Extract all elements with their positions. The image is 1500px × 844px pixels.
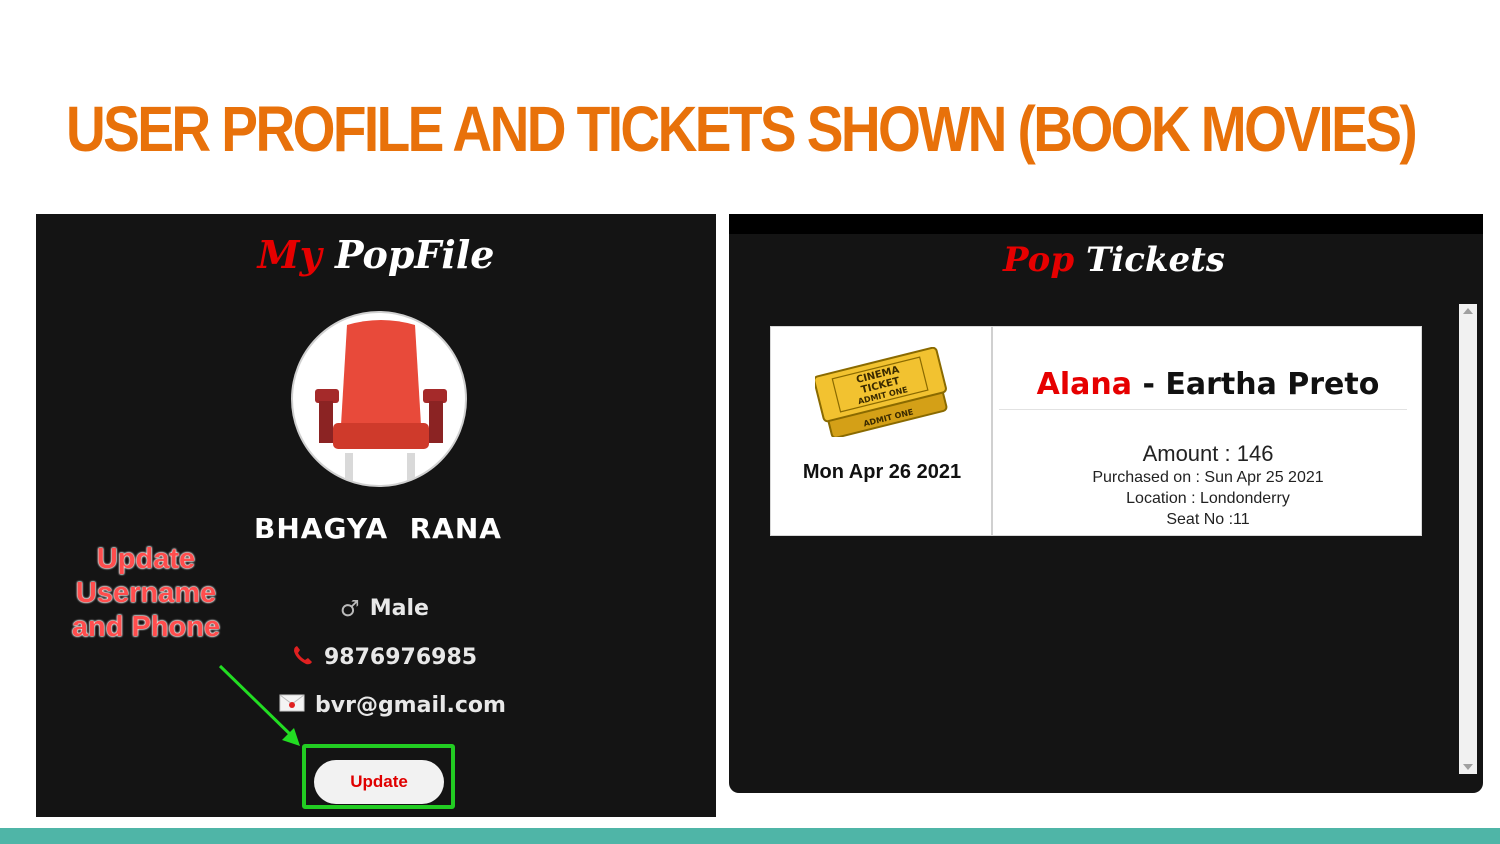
seat-number: Seat No :11 bbox=[1166, 511, 1250, 528]
tickets-heading-text: Tickets bbox=[1085, 240, 1225, 280]
ticket-left: CINEMA TICKET ADMIT ONE ADMIT ONE Mon Ap… bbox=[771, 327, 993, 535]
gender-value: Male bbox=[369, 596, 429, 621]
theatre-name: Eartha Preto bbox=[1165, 367, 1380, 402]
update-button[interactable]: Update bbox=[314, 760, 444, 804]
cinema-seat-icon bbox=[315, 320, 447, 485]
ticket-amount: Amount : 146 bbox=[1142, 441, 1274, 466]
avatar bbox=[291, 311, 467, 487]
profile-heading-text: PopFile bbox=[334, 232, 495, 277]
scroll-down-icon[interactable] bbox=[1463, 764, 1473, 770]
slide-title: USER PROFILE AND TICKETS SHOWN (BOOK MOV… bbox=[66, 93, 1418, 165]
tickets-panel: Pop Tickets CINEMA TICKET ADMIT ONE ADMI… bbox=[729, 214, 1483, 793]
callout-line: Update bbox=[96, 543, 196, 575]
tickets-topbar bbox=[729, 214, 1483, 234]
update-callout: Update Username and Phone bbox=[60, 542, 232, 644]
tickets-heading-accent: Pop bbox=[1003, 240, 1075, 280]
purchase-date: Purchased on : Sun Apr 25 2021 bbox=[1092, 469, 1324, 486]
callout-line: and Phone bbox=[71, 611, 221, 643]
movie-line: Alana - Eartha Preto bbox=[999, 367, 1417, 402]
cinema-ticket-icon: CINEMA TICKET ADMIT ONE ADMIT ONE bbox=[815, 347, 948, 437]
divider bbox=[999, 409, 1407, 410]
callout-arrow bbox=[218, 664, 300, 746]
tickets-heading: Pop Tickets bbox=[729, 240, 1499, 280]
movie-name: Alana bbox=[1036, 367, 1132, 402]
profile-panel: My PopFile BHAGYA RANA ♂ Male 9876976985 bbox=[36, 214, 716, 817]
tickets-scrollbar[interactable] bbox=[1459, 304, 1477, 774]
show-date: Mon Apr 26 2021 bbox=[802, 461, 962, 483]
profile-heading: My PopFile bbox=[36, 232, 716, 277]
phone-value: 9876976985 bbox=[324, 645, 478, 670]
scroll-up-icon[interactable] bbox=[1463, 308, 1473, 314]
ticket-card[interactable]: CINEMA TICKET ADMIT ONE ADMIT ONE Mon Ap… bbox=[770, 326, 1422, 536]
email-value: bvr@gmail.com bbox=[315, 693, 506, 718]
username: BHAGYA RANA bbox=[254, 512, 502, 545]
male-symbol-icon: ♂ bbox=[340, 596, 360, 622]
ticket-location: Location : Londonderry bbox=[1126, 490, 1290, 507]
profile-heading-accent: My bbox=[257, 232, 322, 277]
movie-separator: - bbox=[1142, 367, 1155, 402]
gender-row: ♂ Male bbox=[340, 596, 429, 622]
slide-footer-bar bbox=[0, 828, 1500, 844]
phone-row: 9876976985 bbox=[292, 644, 477, 672]
callout-line: Username bbox=[75, 577, 217, 609]
email-row: bvr@gmail.com bbox=[279, 693, 506, 719]
